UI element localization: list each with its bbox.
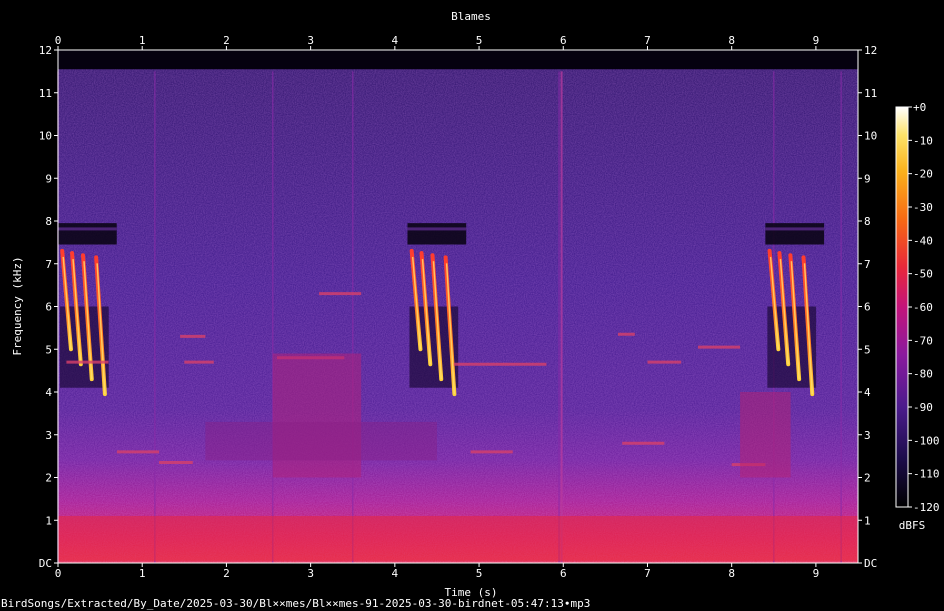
- x-tick-label-bottom: 1: [139, 567, 146, 580]
- x-tick-label-bottom: 7: [644, 567, 651, 580]
- y-tick-label-left: 11: [39, 87, 52, 100]
- y-tick-label-right: 7: [864, 258, 871, 271]
- y-tick-label-right: 8: [864, 215, 871, 228]
- x-tick-label-top: 0: [55, 34, 62, 47]
- x-tick-label-bottom: 9: [813, 567, 820, 580]
- colorbar: +0 -10 -20 -30 -40 -50 -60 -70 -80 -90 -100 -110 -12…: [895, 101, 940, 532]
- y-tick-label-left: 8: [45, 215, 52, 228]
- x-tick-label-top: 2: [223, 34, 230, 47]
- y-tick-label-left: 4: [45, 386, 52, 399]
- y-tick-label-left: 10: [39, 130, 52, 143]
- colorbar-tick-label: -80: [913, 368, 933, 381]
- y-tick-label-left: 7: [45, 258, 52, 271]
- colorbar-tick-label: -110: [913, 468, 940, 481]
- colorbar-tick-label: -10: [913, 134, 933, 147]
- y-tick-label-left: 9: [45, 172, 52, 185]
- chart-title: Blames: [451, 10, 491, 23]
- y-tick-label-right: 1: [864, 514, 871, 527]
- x-tick-label-bottom: 6: [560, 567, 567, 580]
- x-tick-label-bottom: 0: [55, 567, 62, 580]
- x-tick-label-top: 7: [644, 34, 651, 47]
- y-tick-label-right: 6: [864, 301, 871, 314]
- y-tick-label-left: 6: [45, 301, 52, 314]
- notch-band: [765, 223, 825, 245]
- notch-band: [58, 223, 117, 245]
- y-tick-label-left: 2: [45, 472, 52, 485]
- file-path: BirdSongs/Extracted/By_Date/2025-03-30/B…: [1, 597, 591, 610]
- x-tick-label-top: 6: [560, 34, 567, 47]
- colorbar-tick-label: -100: [913, 434, 940, 447]
- x-tick-label-bottom: 5: [476, 567, 483, 580]
- colorbar-tick-label: -40: [913, 234, 933, 247]
- y-tick-label-right: 10: [864, 130, 877, 143]
- colorbar-tick-label: -20: [913, 168, 933, 181]
- x-tick-label-top: 9: [813, 34, 820, 47]
- x-tick-label-bottom: 3: [307, 567, 314, 580]
- broadband-burst: [205, 421, 437, 461]
- y-tick-label-left: DC: [39, 557, 52, 570]
- x-tick-label-bottom: 2: [223, 567, 230, 580]
- colorbar-tick-label: -30: [913, 201, 933, 214]
- x-tick-label-bottom: 4: [392, 567, 399, 580]
- y-tick-label-right: 5: [864, 343, 871, 356]
- colorbar-tick-label: -90: [913, 401, 933, 414]
- spectrogram-figure: Blames 00112233445566778899DC DC1 12 23 34 45…: [11, 10, 940, 599]
- y-tick-label-right: 3: [864, 429, 871, 442]
- high-frequency-cutoff: [58, 50, 858, 70]
- x-tick-label-top: 4: [392, 34, 399, 47]
- colorbar-label: dBFS: [899, 519, 926, 532]
- notch-band-line: [407, 227, 467, 231]
- y-tick-label-right: 4: [864, 386, 871, 399]
- y-tick-label-left: 12: [39, 44, 52, 57]
- colorbar-tick-label: -70: [913, 334, 933, 347]
- low-frequency-band: [58, 515, 858, 561]
- y-tick-label-right: 11: [864, 87, 877, 100]
- x-tick-label-bottom: 8: [728, 567, 735, 580]
- x-tick-label-top: 1: [139, 34, 146, 47]
- colorbar-tick-label: -120: [913, 501, 940, 514]
- y-tick-label-right: 2: [864, 472, 871, 485]
- colorbar-gradient: [895, 106, 909, 508]
- x-tick-label-top: 3: [307, 34, 314, 47]
- y-tick-label-right: 12: [864, 44, 877, 57]
- notch-band: [407, 223, 467, 245]
- colorbar-tick-label: -50: [913, 268, 933, 281]
- colorbar-tick-label: -60: [913, 301, 933, 314]
- x-tick-label-top: 5: [476, 34, 483, 47]
- y-tick-label-left: 5: [45, 343, 52, 356]
- y-tick-label-right: 9: [864, 172, 871, 185]
- notch-band-line: [58, 227, 117, 231]
- plot-area: [57, 49, 859, 564]
- x-tick-label-top: 8: [728, 34, 735, 47]
- y-axis-label: Frequency (kHz): [11, 256, 24, 355]
- colorbar-tick-label: +0: [913, 101, 926, 114]
- y-tick-label-left: 3: [45, 429, 52, 442]
- y-tick-label-right: DC: [864, 557, 877, 570]
- y-tick-label-left: 1: [45, 514, 52, 527]
- notch-band-line: [765, 227, 825, 231]
- broadband-burst: [740, 392, 791, 478]
